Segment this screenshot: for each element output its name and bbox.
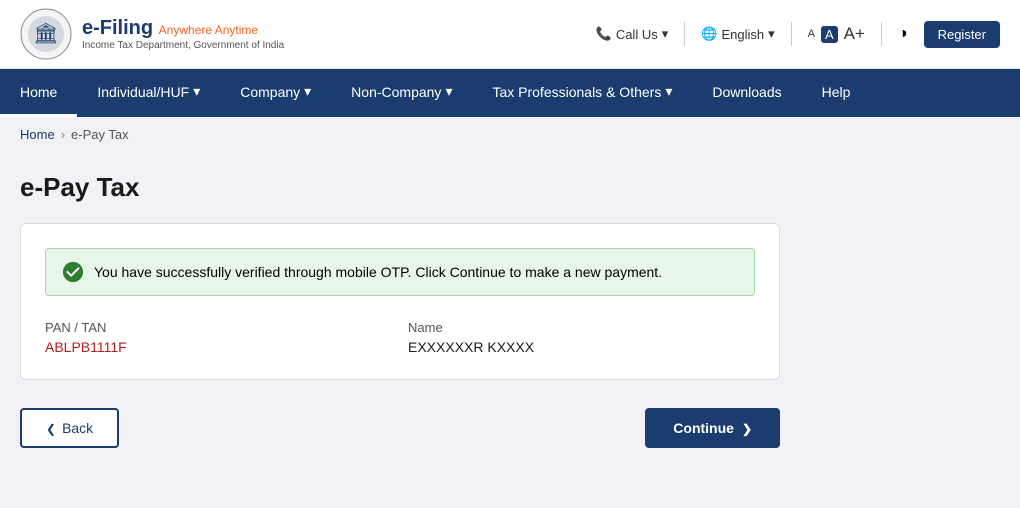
nav-company-label: Company: [240, 84, 300, 100]
emblem-icon: 🏛: [20, 8, 72, 60]
nav-help-label: Help: [822, 84, 851, 100]
success-banner: You have successfully verified through m…: [45, 248, 755, 296]
nav-home[interactable]: Home: [0, 69, 77, 117]
success-message: You have successfully verified through m…: [94, 264, 662, 280]
pan-tan-label: PAN / TAN: [45, 320, 392, 335]
nav-tax-professionals-arrow: ▾: [665, 83, 672, 100]
header: 🏛 e-Filing Anywhere Anytime Income Tax D…: [0, 0, 1020, 69]
separator-1: [684, 22, 685, 46]
nav-individual-huf-arrow: ▾: [193, 83, 200, 100]
pan-tan-value: ABLPB1111F: [45, 339, 392, 355]
logo-text: e-Filing Anywhere Anytime Income Tax Dep…: [82, 17, 284, 51]
call-us-label: Call Us: [616, 27, 658, 42]
name-value: EXXXXXXR KXXXX: [408, 339, 755, 355]
success-text-suffix: to make a new payment.: [506, 264, 662, 280]
language-arrow: ▾: [768, 26, 775, 42]
call-us-arrow: ▾: [662, 26, 669, 42]
navbar: Home Individual/HUF ▾ Company ▾ Non-Comp…: [0, 69, 1020, 117]
nav-home-label: Home: [20, 84, 57, 100]
breadcrumb-current: e-Pay Tax: [71, 127, 129, 142]
back-button[interactable]: Back: [20, 408, 119, 448]
nav-help[interactable]: Help: [802, 69, 871, 117]
actions: Back Continue: [20, 404, 780, 448]
register-button[interactable]: Register: [924, 21, 1000, 48]
main-content: e-Pay Tax You have successfully verified…: [0, 152, 1020, 492]
success-continue-link[interactable]: Continue: [450, 264, 506, 280]
globe-icon: 🌐: [701, 26, 717, 42]
nav-downloads-label: Downloads: [712, 84, 781, 100]
nav-non-company-label: Non-Company: [351, 84, 441, 100]
logo-section: 🏛 e-Filing Anywhere Anytime Income Tax D…: [20, 8, 284, 60]
nav-tax-professionals[interactable]: Tax Professionals & Others ▾: [472, 69, 692, 117]
name-label: Name: [408, 320, 755, 335]
language-label: English: [721, 27, 764, 42]
nav-company[interactable]: Company ▾: [220, 69, 331, 117]
nav-downloads[interactable]: Downloads: [692, 69, 801, 117]
font-small-button[interactable]: A: [808, 28, 815, 40]
nav-company-arrow: ▾: [304, 83, 311, 100]
language-button[interactable]: 🌐 English ▾: [701, 26, 774, 42]
back-chevron-icon: [46, 420, 56, 436]
nav-non-company-arrow: ▾: [445, 83, 452, 100]
breadcrumb-separator: ›: [61, 127, 65, 142]
logo-tagline: Anywhere Anytime: [159, 23, 258, 37]
continue-button[interactable]: Continue: [645, 408, 780, 448]
pan-tan-section: PAN / TAN ABLPB1111F: [45, 320, 392, 355]
separator-3: [881, 22, 882, 46]
nav-non-company[interactable]: Non-Company ▾: [331, 69, 472, 117]
font-medium-button[interactable]: A: [821, 26, 838, 43]
continue-chevron-icon: [742, 420, 752, 436]
continue-label: Continue: [673, 420, 734, 436]
nav-individual-huf[interactable]: Individual/HUF ▾: [77, 69, 220, 117]
name-section: Name EXXXXXXR KXXXX: [408, 320, 755, 355]
call-us-button[interactable]: 📞 Call Us ▾: [596, 26, 669, 42]
nav-individual-huf-label: Individual/HUF: [97, 84, 189, 100]
logo-brand: e-Filing Anywhere Anytime: [82, 17, 284, 40]
epay-card: You have successfully verified through m…: [20, 223, 780, 380]
contrast-button[interactable]: ◑: [898, 25, 908, 43]
phone-icon: 📞: [596, 26, 612, 42]
separator-2: [791, 22, 792, 46]
font-size-controls: A A A+: [808, 24, 865, 44]
nav-tax-professionals-label: Tax Professionals & Others: [492, 84, 661, 100]
back-label: Back: [62, 420, 93, 436]
info-grid: PAN / TAN ABLPB1111F Name EXXXXXXR KXXXX: [45, 320, 755, 355]
breadcrumb: Home › e-Pay Tax: [0, 117, 1020, 152]
success-text-prefix: You have successfully verified through m…: [94, 264, 450, 280]
font-large-button[interactable]: A+: [844, 24, 865, 44]
header-actions: 📞 Call Us ▾ 🌐 English ▾ A A A+ ◑ Registe…: [596, 21, 1000, 48]
breadcrumb-home[interactable]: Home: [20, 127, 55, 142]
svg-text:🏛: 🏛: [33, 22, 58, 45]
logo-subtitle: Income Tax Department, Government of Ind…: [82, 40, 284, 51]
success-icon: [62, 261, 84, 283]
page-title: e-Pay Tax: [20, 172, 1000, 203]
